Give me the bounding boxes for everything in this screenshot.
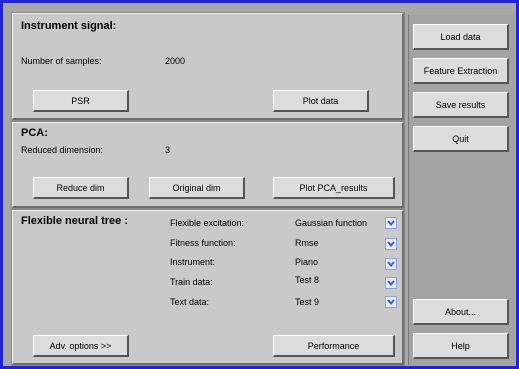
feature-extraction-button[interactable]: Feature Extraction — [413, 58, 509, 84]
param-value: Rmse — [295, 238, 319, 248]
reduce-dim-button[interactable]: Reduce dim — [33, 177, 129, 199]
param-label: Train data: — [170, 277, 213, 287]
chevron-down-icon — [387, 280, 395, 286]
param-label: Fitness function: — [170, 238, 236, 248]
instrument-signal-panel: Instrument signal: Number of samples: 20… — [11, 12, 405, 121]
action-sidebar: Load data Feature Extraction Save result… — [408, 15, 515, 365]
chevron-down-icon — [387, 299, 395, 305]
about-button[interactable]: About... — [413, 299, 509, 325]
chevron-down-icon — [387, 261, 395, 267]
fitness-dropdown[interactable] — [385, 238, 397, 250]
param-value: Test 8 — [295, 275, 320, 285]
param-value: Test 9 — [295, 297, 320, 307]
load-data-button[interactable]: Load data — [413, 24, 509, 50]
adv-options-button[interactable]: Adv. options >> — [33, 335, 129, 357]
psr-button[interactable]: PSR — [33, 90, 129, 112]
flexible-neural-tree-panel: Flexible neural tree : Flexible excitati… — [11, 209, 405, 366]
reduced-dimension-value: 3 — [165, 145, 171, 155]
help-button[interactable]: Help — [413, 333, 509, 359]
param-label: Instrument: — [170, 257, 216, 267]
chevron-down-icon — [387, 241, 395, 247]
reduced-dimension-label: Reduced dimension: — [21, 145, 104, 155]
quit-button[interactable]: Quit — [413, 126, 509, 152]
instrument-signal-title: Instrument signal: — [21, 20, 117, 32]
param-label: Text data: — [170, 297, 210, 307]
save-results-button[interactable]: Save results — [413, 92, 509, 118]
pca-title: PCA: — [21, 127, 48, 139]
plot-pca-results-button[interactable]: Plot PCA_results — [273, 177, 395, 199]
main-window: Instrument signal: Number of samples: 20… — [0, 0, 519, 369]
param-value: Gaussian function — [295, 218, 368, 228]
chevron-down-icon — [387, 220, 395, 226]
pca-panel: PCA: Reduced dimension: 3 Reduce dim Ori… — [11, 121, 405, 209]
text-data-dropdown[interactable] — [385, 296, 397, 308]
samples-label: Number of samples: — [21, 56, 102, 66]
performance-button[interactable]: Performance — [273, 335, 395, 357]
param-label: Flexible excitation: — [170, 218, 245, 228]
excitation-dropdown[interactable] — [385, 217, 397, 229]
instrument-dropdown[interactable] — [385, 258, 397, 270]
samples-value: 2000 — [165, 56, 186, 66]
plot-data-button[interactable]: Plot data — [273, 90, 369, 112]
train-data-dropdown[interactable] — [385, 277, 397, 289]
fnt-title: Flexible neural tree : — [21, 215, 128, 227]
original-dim-button[interactable]: Original dim — [149, 177, 245, 199]
param-value: Piano — [295, 257, 319, 267]
